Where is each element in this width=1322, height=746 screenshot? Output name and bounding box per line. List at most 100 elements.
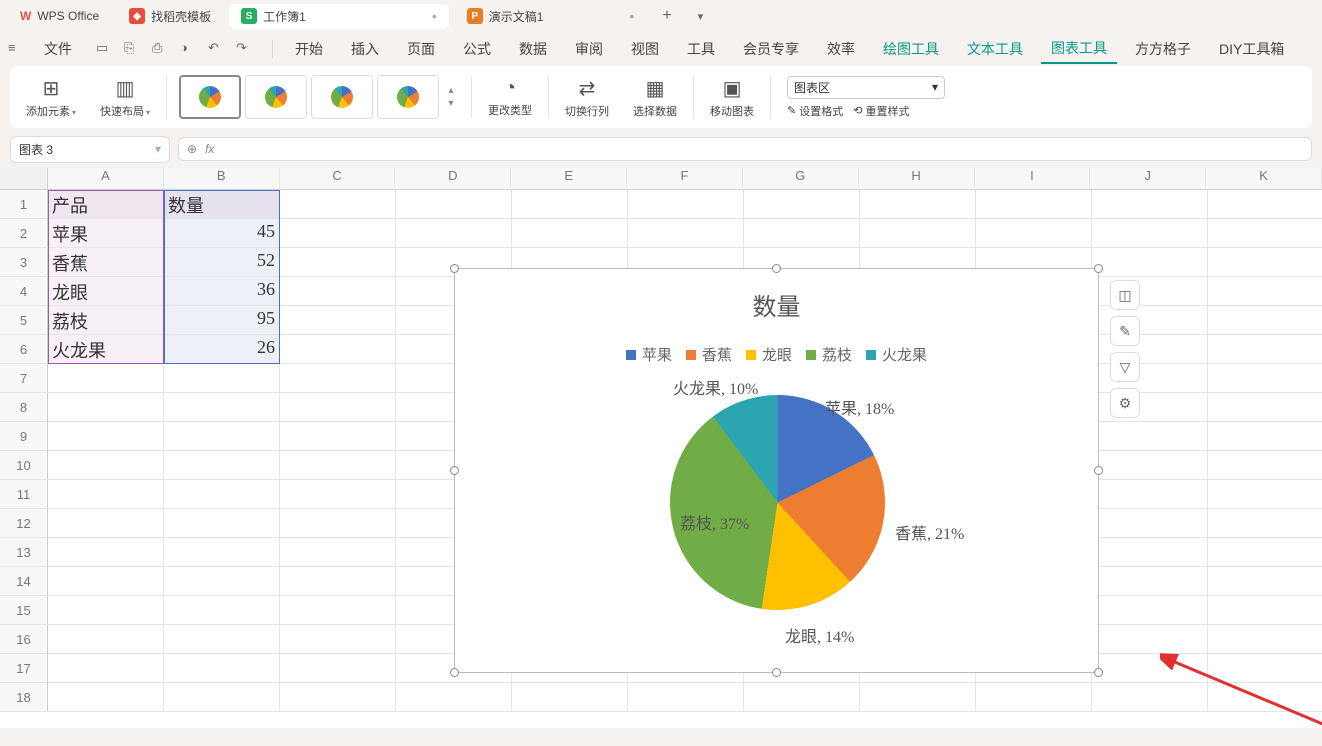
select-all-corner[interactable] <box>0 168 48 190</box>
change-type-button[interactable]: ◔ 更改类型 <box>480 70 540 124</box>
preview-icon[interactable]: ◑ <box>180 40 198 58</box>
row-header[interactable]: 13 <box>0 538 48 567</box>
legend-item[interactable]: 香蕉 <box>686 344 732 365</box>
pie-chart[interactable] <box>670 395 885 610</box>
resize-handle[interactable] <box>1094 668 1103 677</box>
spreadsheet-grid[interactable]: A B C D E F G H I J K 123456789101112131… <box>0 168 1322 728</box>
chart-object[interactable]: 数量 苹果香蕉龙眼荔枝火龙果 苹果, 18% 香蕉, 21% 龙眼, 14% 荔… <box>454 268 1099 673</box>
add-element-button[interactable]: ⊞ 添加元素 <box>18 70 84 124</box>
tab-presentation[interactable]: P 演示文稿1 • <box>455 4 647 29</box>
undo-icon[interactable]: ↶ <box>208 40 226 58</box>
row-header[interactable]: 8 <box>0 393 48 422</box>
menu-chart-tools[interactable]: 图表工具 <box>1041 34 1117 64</box>
resize-handle[interactable] <box>772 264 781 273</box>
cell-a1[interactable]: 产品 <box>48 190 164 219</box>
row-header[interactable]: 2 <box>0 219 48 248</box>
chart-styles-button[interactable]: ✎ <box>1110 316 1140 346</box>
row-header[interactable]: 11 <box>0 480 48 509</box>
menu-page[interactable]: 页面 <box>397 35 445 63</box>
formula-bar[interactable]: ⊕ fx <box>178 137 1312 161</box>
menu-ffgz[interactable]: 方方格子 <box>1125 35 1201 63</box>
resize-handle[interactable] <box>772 668 781 677</box>
menu-member[interactable]: 会员专享 <box>733 35 809 63</box>
col-header[interactable]: I <box>975 168 1091 190</box>
col-header[interactable]: D <box>395 168 511 190</box>
menu-draw-tools[interactable]: 绘图工具 <box>873 35 949 63</box>
tab-menu-button[interactable]: ▾ <box>688 6 714 27</box>
redo-icon[interactable]: ↷ <box>236 40 254 58</box>
file-menu[interactable]: 文件 <box>34 35 82 63</box>
row-header[interactable]: 15 <box>0 596 48 625</box>
cell-b2[interactable]: 45 <box>164 219 280 248</box>
legend-item[interactable]: 苹果 <box>626 344 672 365</box>
set-format-button[interactable]: ✎设置格式 <box>787 103 843 119</box>
cell-a3[interactable]: 香蕉 <box>48 248 164 277</box>
chart-style-2[interactable] <box>245 75 307 119</box>
cell-b4[interactable]: 36 <box>164 277 280 306</box>
col-header[interactable]: C <box>280 168 396 190</box>
menu-review[interactable]: 审阅 <box>565 35 613 63</box>
menu-diy[interactable]: DIY工具箱 <box>1209 35 1294 63</box>
row-header[interactable]: 18 <box>0 683 48 712</box>
chart-plot-area[interactable]: 苹果, 18% 香蕉, 21% 龙眼, 14% 荔枝, 37% 火龙果, 10% <box>455 365 1098 655</box>
menu-formula[interactable]: 公式 <box>453 35 501 63</box>
chart-title[interactable]: 数量 <box>455 269 1098 322</box>
row-header[interactable]: 9 <box>0 422 48 451</box>
row-header[interactable]: 1 <box>0 190 48 219</box>
menu-insert[interactable]: 插入 <box>341 35 389 63</box>
chart-style-4[interactable] <box>377 75 439 119</box>
cell-a4[interactable]: 龙眼 <box>48 277 164 306</box>
row-header[interactable]: 17 <box>0 654 48 683</box>
legend-item[interactable]: 龙眼 <box>746 344 792 365</box>
save-icon[interactable]: ▭ <box>96 40 114 58</box>
menu-view[interactable]: 视图 <box>621 35 669 63</box>
menu-tools[interactable]: 工具 <box>677 35 725 63</box>
zoom-icon[interactable]: ⊕ <box>187 142 197 156</box>
col-header[interactable]: G <box>743 168 859 190</box>
col-header[interactable]: J <box>1090 168 1206 190</box>
new-icon[interactable]: ⎘ <box>124 40 142 58</box>
cell-b6[interactable]: 26 <box>164 335 280 364</box>
row-header[interactable]: 10 <box>0 451 48 480</box>
quick-layout-button[interactable]: ▥ 快速布局 <box>92 70 158 124</box>
row-header[interactable]: 3 <box>0 248 48 277</box>
new-tab-button[interactable]: + <box>652 3 681 29</box>
col-header[interactable]: A <box>48 168 164 190</box>
cell-b5[interactable]: 95 <box>164 306 280 335</box>
chart-area-select[interactable]: 图表区▾ <box>787 76 945 99</box>
resize-handle[interactable] <box>450 264 459 273</box>
col-header[interactable]: H <box>859 168 975 190</box>
chart-legend[interactable]: 苹果香蕉龙眼荔枝火龙果 <box>455 344 1098 365</box>
chart-style-1[interactable] <box>179 75 241 119</box>
row-header[interactable]: 16 <box>0 625 48 654</box>
resize-handle[interactable] <box>1094 264 1103 273</box>
cell-b3[interactable]: 52 <box>164 248 280 277</box>
col-header[interactable]: K <box>1206 168 1322 190</box>
switch-rowcol-button[interactable]: ⇄ 切换行列 <box>557 70 617 124</box>
menu-start[interactable]: 开始 <box>285 35 333 63</box>
print-icon[interactable]: ⎙ <box>152 40 170 58</box>
menu-icon[interactable]: ≡ <box>8 40 26 58</box>
chart-elements-button[interactable]: ◫ <box>1110 280 1140 310</box>
row-header[interactable]: 6 <box>0 335 48 364</box>
chart-filters-button[interactable]: ▽ <box>1110 352 1140 382</box>
menu-efficiency[interactable]: 效率 <box>817 35 865 63</box>
select-data-button[interactable]: ▦ 选择数据 <box>625 70 685 124</box>
row-header[interactable]: 14 <box>0 567 48 596</box>
legend-item[interactable]: 火龙果 <box>866 344 927 365</box>
row-header[interactable]: 12 <box>0 509 48 538</box>
menu-text-tools[interactable]: 文本工具 <box>957 35 1033 63</box>
resize-handle[interactable] <box>450 668 459 677</box>
col-header[interactable]: B <box>164 168 280 190</box>
name-box[interactable]: 图表 3▾ <box>10 136 170 163</box>
chart-style-3[interactable] <box>311 75 373 119</box>
cell-b1[interactable]: 数量 <box>164 190 280 219</box>
tab-template[interactable]: ◆ 找稻壳模板 <box>117 4 223 29</box>
reset-style-button[interactable]: ⟲重置样式 <box>853 103 909 119</box>
row-header[interactable]: 5 <box>0 306 48 335</box>
col-header[interactable]: E <box>511 168 627 190</box>
cell-a2[interactable]: 苹果 <box>48 219 164 248</box>
row-header[interactable]: 4 <box>0 277 48 306</box>
menu-data[interactable]: 数据 <box>509 35 557 63</box>
row-header[interactable]: 7 <box>0 364 48 393</box>
